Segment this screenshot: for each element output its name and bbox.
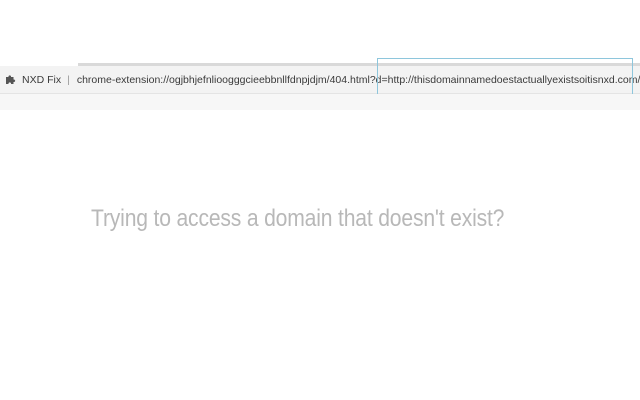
- url-text[interactable]: chrome-extension://ogjbhjefnlioogggcieeb…: [77, 74, 640, 86]
- url-prefix: chrome-extension://ogjbhjefnlioogggcieeb…: [76, 73, 388, 86]
- main-message: Trying to access a domain that doesn't e…: [91, 205, 505, 232]
- omnibox-separator: |: [67, 73, 70, 86]
- browser-page: NXD Fix | chrome-extension://ogjbhjefnli…: [0, 0, 640, 400]
- puzzle-piece-icon: [5, 74, 16, 85]
- url-domain: http://thisdomainnamedoestactuallyexists…: [387, 73, 640, 86]
- toolbar-shadow-area: [0, 94, 640, 110]
- extension-name: NXD Fix: [22, 73, 62, 86]
- address-bar[interactable]: NXD Fix | chrome-extension://ogjbhjefnli…: [0, 66, 640, 94]
